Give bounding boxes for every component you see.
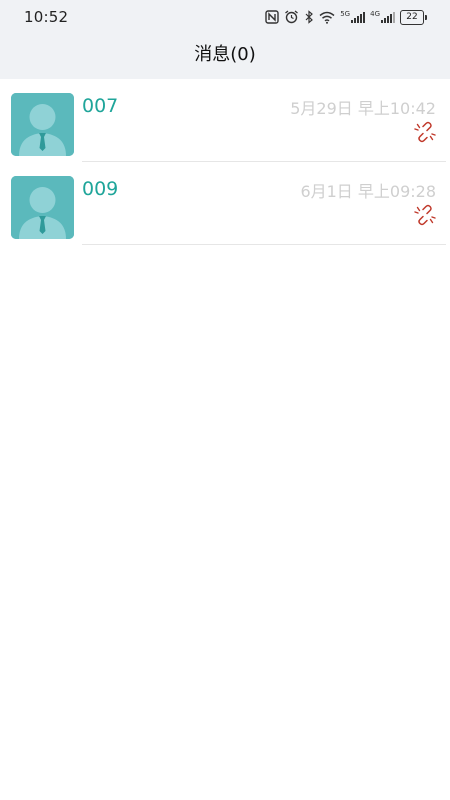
battery-icon: 22 [400,9,427,25]
message-list: 007 5月29日 早上10:42 009 6月1日 早上09:28 [0,79,450,245]
user-avatar-icon [11,176,74,239]
avatar[interactable] [11,176,74,239]
status-icons: 5G 4G 22 [265,7,427,27]
signal-icon-2 [381,12,395,23]
message-time: 5月29日 早上10:42 [290,99,436,118]
broken-link-icon [414,204,436,226]
list-item[interactable]: 009 6月1日 早上09:28 [0,162,450,245]
signal-5g: 5G [340,11,366,23]
bluetooth-icon [305,10,314,24]
avatar[interactable] [11,93,74,156]
message-time: 6月1日 早上09:28 [300,182,436,201]
page-title: 消息(0) [194,44,256,65]
contact-name: 007 [82,95,119,117]
signal-4g: 4G [370,11,395,23]
list-item[interactable]: 007 5月29日 早上10:42 [0,79,450,162]
row-divider [82,244,446,245]
nfc-icon [265,10,279,24]
alarm-icon [285,10,299,24]
top-bar: 10:52 5G 4G 22 消息(0) [0,0,450,79]
broken-link-icon [414,121,436,143]
status-time: 10:52 [24,8,69,26]
signal-icon [351,12,366,23]
wifi-icon [319,11,335,24]
user-avatar-icon [11,93,74,156]
contact-name: 009 [82,178,119,200]
